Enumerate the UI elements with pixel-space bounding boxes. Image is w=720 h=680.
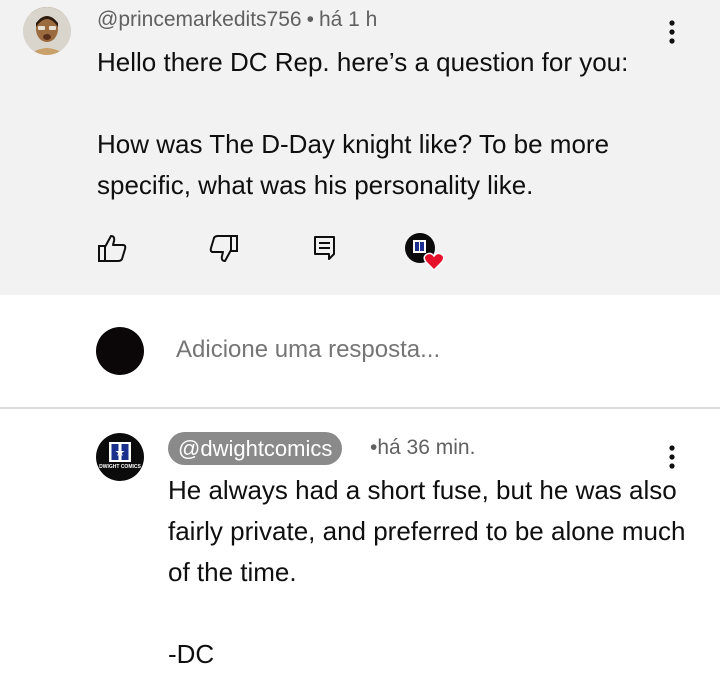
comment-author[interactable]: @princemarkedits756 <box>97 8 302 31</box>
reply-button[interactable] <box>308 232 340 264</box>
user-avatar <box>96 327 144 375</box>
reply-author-chip[interactable]: @dwightcomics <box>168 432 343 465</box>
dwightcomics-avatar[interactable]: DWIGHT COMICS <box>96 433 144 481</box>
reply-time: há 36 min. <box>377 436 476 459</box>
commenter-avatar[interactable] <box>23 7 71 55</box>
dislike-icon <box>209 235 238 262</box>
avatar-subtext: DWIGHT COMICS <box>99 464 141 470</box>
like-icon <box>98 235 127 262</box>
creator-heart-badge <box>404 232 445 272</box>
like-button[interactable] <box>96 232 128 264</box>
comment-meta: @princemarkedits756 • há 1 h <box>97 8 377 32</box>
more-vert-icon <box>669 445 675 469</box>
comment-text: Hello there DC Rep. here’s a question fo… <box>97 47 629 200</box>
divider <box>0 407 720 409</box>
reply-text: He always had a short fuse, but he was a… <box>168 475 686 669</box>
reply-more-button[interactable] <box>660 442 684 472</box>
reply-meta: •há 36 min. <box>370 436 475 460</box>
dislike-button[interactable] <box>208 232 240 264</box>
separator-dot: • <box>306 8 314 31</box>
add-reply-input[interactable] <box>176 336 656 364</box>
comment-time: há 1 h <box>318 8 378 31</box>
creator-heart-icon <box>405 233 445 272</box>
reply-icon <box>314 236 335 260</box>
